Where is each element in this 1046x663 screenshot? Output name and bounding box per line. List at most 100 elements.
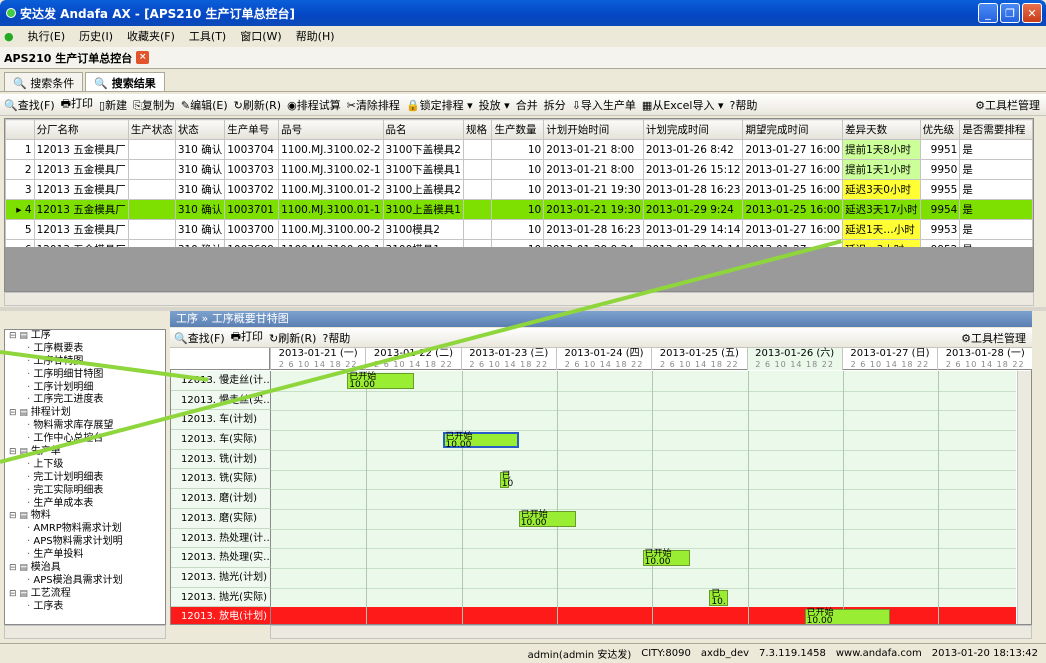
tree-item[interactable]: AMRP物料需求计划 xyxy=(5,523,165,536)
table-cell[interactable]: 1003703 xyxy=(224,159,280,180)
table-cell[interactable]: 3100下盖模具1 xyxy=(382,159,464,180)
row-number[interactable]: 1 xyxy=(5,139,35,160)
gantt-task-row[interactable]: 12013. 铣(计划) xyxy=(171,449,271,470)
column-header[interactable]: 品名 xyxy=(382,119,464,140)
tree-item[interactable]: 上下级 xyxy=(5,459,165,472)
table-cell[interactable]: 2013-01-29 14:14 xyxy=(642,219,744,240)
tree-item[interactable]: APS模治具需求计划 xyxy=(5,575,165,588)
gantt-find-button[interactable]: 🔍查找(F) xyxy=(174,330,225,346)
row-number[interactable]: ▸ 4 xyxy=(5,199,35,220)
table-cell[interactable]: 1100.MJ.3100.02-1 xyxy=(278,159,384,180)
gantt-hscrollbar[interactable] xyxy=(270,625,1032,639)
tree-group[interactable]: 工序 xyxy=(5,330,165,343)
gantt-bar[interactable]: 已开始 10.00 xyxy=(804,609,891,624)
table-cell[interactable]: 是 xyxy=(959,139,1033,160)
tab-search-criteria[interactable]: 🔍 搜索条件 xyxy=(4,72,84,91)
gantt-bar[interactable]: 已开始 10.00 xyxy=(642,550,691,567)
table-row[interactable]: ▸ 4 12013 五金模具厂 310 确认 1003701 1100.MJ.3100.… xyxy=(5,199,1033,220)
menu-favorites[interactable]: 收藏夹(F) xyxy=(127,28,175,44)
gantt-task-row[interactable]: 12013. 磨(计划) xyxy=(171,489,271,509)
column-header[interactable]: 期望完成时间 xyxy=(742,119,844,140)
table-cell[interactable]: 310 确认 xyxy=(174,179,226,200)
table-cell[interactable]: 2013-01-21 8:00 xyxy=(543,139,644,160)
table-cell[interactable]: 10 xyxy=(491,139,545,160)
gantt-help-button[interactable]: ?帮助 xyxy=(322,330,350,346)
table-cell[interactable]: 是 xyxy=(959,199,1033,220)
table-cell[interactable]: 2013-01-28 16:23 xyxy=(642,179,744,200)
table-cell[interactable]: 310 确认 xyxy=(174,219,226,240)
tree-item[interactable]: 生产单投料 xyxy=(5,549,165,562)
clear-schedule-button[interactable]: ✂清除排程 xyxy=(347,97,400,113)
tree-group[interactable]: 排程计划 xyxy=(5,407,165,420)
table-cell[interactable]: 12013 五金模具厂 xyxy=(33,199,129,220)
table-cell[interactable]: 3100下盖模具2 xyxy=(382,139,464,160)
column-header[interactable]: 是否需要排程 xyxy=(959,119,1033,140)
table-cell[interactable]: 2013-01-25 16:00 xyxy=(742,179,844,200)
gantt-task-row[interactable]: 12013. 磨(实际) xyxy=(171,508,271,529)
table-cell[interactable]: 2013-01-26 15:12 xyxy=(642,159,744,180)
table-cell[interactable]: 是 xyxy=(959,159,1033,180)
gantt-bar[interactable]: 已开始 10.00 xyxy=(442,432,519,450)
table-cell[interactable]: 是 xyxy=(959,179,1033,200)
column-header[interactable]: 生产数量 xyxy=(491,119,545,140)
table-cell[interactable]: 2013-01-29 9:24 xyxy=(642,199,744,220)
table-cell[interactable]: 310 确认 xyxy=(174,199,226,220)
table-cell[interactable]: 9954 xyxy=(919,199,961,220)
row-number[interactable]: 3 xyxy=(5,179,35,200)
release-button[interactable]: 投放 ▾ xyxy=(479,97,510,113)
tree-item[interactable]: 生产单成本表 xyxy=(5,498,165,511)
table-cell[interactable] xyxy=(462,139,493,160)
table-cell[interactable] xyxy=(127,139,176,160)
column-header[interactable]: 生产单号 xyxy=(224,119,280,140)
gantt-task-row[interactable]: 12013. 车(实际) xyxy=(171,430,271,450)
table-cell[interactable]: 1003702 xyxy=(224,179,280,200)
edit-button[interactable]: ✎编辑(E) xyxy=(181,97,228,113)
table-cell[interactable]: 9955 xyxy=(919,179,961,200)
table-cell[interactable]: 9950 xyxy=(919,159,961,180)
gantt-task-row[interactable]: 12013. 热处理(计… xyxy=(171,528,271,549)
tree-item[interactable]: 完工实际明细表 xyxy=(5,485,165,498)
close-tab-icon[interactable]: × xyxy=(136,51,150,64)
copy-as-button[interactable]: ⎘复制为 xyxy=(133,97,175,113)
table-cell[interactable]: 2013-01-25 16:00 xyxy=(742,199,844,220)
column-header[interactable]: 分厂名称 xyxy=(33,119,129,140)
help-button[interactable]: ?帮助 xyxy=(729,97,757,113)
gantt-vscrollbar[interactable] xyxy=(1017,371,1031,624)
new-button[interactable]: ▯新建 xyxy=(99,97,127,113)
table-cell[interactable]: 1003704 xyxy=(224,139,280,160)
table-cell[interactable]: 310 确认 xyxy=(174,139,226,160)
tree-group[interactable]: 模治具 xyxy=(5,562,165,575)
menu-execute[interactable]: 执行(E) xyxy=(28,28,66,44)
table-cell[interactable]: 3100模具2 xyxy=(382,219,464,240)
table-cell[interactable]: 10 xyxy=(491,199,545,220)
table-cell[interactable]: 310 确认 xyxy=(174,159,226,180)
menu-help[interactable]: 帮助(H) xyxy=(296,28,335,44)
gantt-task-row[interactable]: 12013. 抛光(计划) xyxy=(171,567,271,588)
table-cell[interactable]: 2013-01-21 19:30 xyxy=(543,199,644,220)
table-cell[interactable]: 提前1天1小时 xyxy=(842,159,921,180)
column-header[interactable]: 品号 xyxy=(278,119,384,140)
maximize-button[interactable]: ❐ xyxy=(1000,3,1020,23)
tree-item[interactable]: APS物料需求计划明 xyxy=(5,536,165,549)
import-excel-button[interactable]: ▦从Excel导入 ▾ xyxy=(642,97,724,113)
tree-item[interactable]: 完工计划明细表 xyxy=(5,472,165,485)
gantt-toolbar-manage-button[interactable]: ⚙工具栏管理 xyxy=(961,330,1026,346)
gantt-task-row[interactable]: 12013. 热处理(实… xyxy=(171,548,271,568)
gantt-bar[interactable]: 已 10 xyxy=(499,471,513,488)
table-cell[interactable]: 提前1天8小时 xyxy=(842,139,921,160)
table-cell[interactable] xyxy=(127,159,176,180)
column-header[interactable]: 计划开始时间 xyxy=(543,119,644,140)
table-cell[interactable]: 是 xyxy=(959,219,1033,240)
table-cell[interactable]: 2013-01-28 16:23 xyxy=(543,219,644,240)
minimize-button[interactable]: _ xyxy=(978,3,998,23)
table-cell[interactable] xyxy=(127,179,176,200)
gantt-bar[interactable]: 已开始 10.00 xyxy=(518,510,576,527)
column-header[interactable]: 生产状态 xyxy=(127,119,176,140)
import-order-button[interactable]: ⇩导入生产单 xyxy=(572,97,636,113)
tree-item[interactable]: 工序计划明细 xyxy=(5,382,165,395)
table-cell[interactable]: 10 xyxy=(491,219,545,240)
tree-group[interactable]: 工艺流程 xyxy=(5,588,165,601)
row-number[interactable]: 2 xyxy=(5,159,35,180)
tree-item[interactable]: 工序表 xyxy=(5,601,165,614)
table-cell[interactable] xyxy=(127,199,176,220)
